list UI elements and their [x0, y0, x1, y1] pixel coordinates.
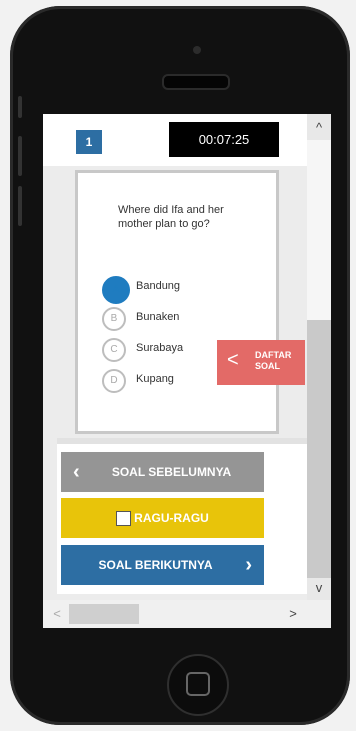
daftar-line-1: DAFTAR	[255, 350, 292, 360]
vertical-scroll-track[interactable]	[307, 320, 331, 578]
previous-question-label: SOAL SEBELUMNYA	[111, 465, 232, 479]
question-header: 1 00:07:25	[43, 114, 307, 166]
question-panel: Where did Ifa and her mother plan to go?…	[75, 170, 279, 434]
speaker-grille	[162, 74, 230, 90]
mute-switch	[18, 96, 22, 118]
previous-question-button[interactable]: ‹ SOAL SEBELUMNYA	[61, 452, 264, 492]
question-number-badge: 1	[76, 130, 102, 154]
scroll-up-arrow-icon[interactable]: ^	[307, 120, 331, 135]
home-square-icon	[186, 672, 210, 696]
option-a-radio[interactable]: A	[102, 276, 130, 304]
countdown-timer: 00:07:25	[169, 122, 279, 157]
daftar-line-2: SOAL	[255, 361, 281, 371]
horizontal-scroll-thumb[interactable]	[69, 604, 139, 624]
daftar-soal-label: DAFTAR SOAL	[255, 350, 291, 372]
ragu-ragu-label: RAGU-RAGU	[134, 511, 209, 525]
option-d-label: Kupang	[136, 373, 174, 385]
camera-icon	[193, 46, 201, 54]
next-question-label: SOAL BERIKUTNYA	[98, 558, 213, 572]
volume-up-button	[18, 136, 22, 176]
option-b-radio[interactable]: B	[102, 307, 126, 331]
option-b-label: Bunaken	[136, 311, 180, 323]
option-c-label: Surabaya	[136, 342, 184, 354]
option-c-radio[interactable]: C	[102, 338, 126, 362]
question-text: Where did Ifa and her mother plan to go?	[118, 204, 224, 230]
chevron-left-icon: ‹	[73, 461, 80, 483]
scroll-left-arrow-icon[interactable]: <	[45, 606, 69, 621]
scroll-down-arrow-icon[interactable]: v	[307, 580, 331, 595]
screen: 1 00:07:25 Where did Ifa and her mother …	[43, 114, 331, 628]
volume-down-button	[18, 186, 22, 226]
option-d-radio[interactable]: D	[102, 369, 126, 393]
next-question-button[interactable]: SOAL BERIKUTNYA ›	[61, 545, 264, 585]
vertical-scroll-thumb[interactable]	[307, 140, 331, 320]
scroll-right-arrow-icon[interactable]: >	[281, 606, 305, 621]
option-b[interactable]: B Bunaken	[102, 307, 252, 335]
chevron-left-icon: <	[227, 349, 239, 371]
option-a-label: Bandung	[136, 280, 181, 292]
option-a[interactable]: A Bandung	[102, 276, 252, 304]
chevron-right-icon: ›	[245, 554, 252, 576]
ragu-ragu-button[interactable]: RAGU-RAGU	[61, 498, 264, 538]
checkbox-icon[interactable]	[116, 511, 132, 527]
daftar-soal-button[interactable]: < DAFTAR SOAL	[217, 340, 305, 385]
